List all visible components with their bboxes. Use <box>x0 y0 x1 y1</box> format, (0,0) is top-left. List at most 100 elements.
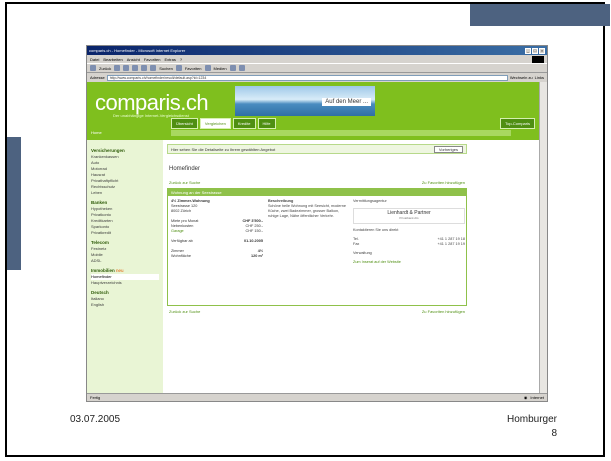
page-viewport: comparis.ch Der unabhängige Internet-Ver… <box>87 82 541 395</box>
contact-value: +41 1 287 19 19 <box>437 242 465 246</box>
nav-tab-help[interactable]: Hilfe <box>257 118 276 129</box>
site-topnav: Übersicht Vergleichen Kredite Hilfe <box>171 118 276 129</box>
menu-tools[interactable]: Extras <box>165 57 176 62</box>
address-input[interactable]: http://www.comparis.ch/homefinder/result… <box>106 74 508 81</box>
address-label: Adresse <box>90 75 105 80</box>
address-bar: Adresse http://www.comparis.ch/homefinde… <box>87 73 547 82</box>
zone-label: Internet <box>530 395 544 400</box>
agency-box: Vermittlungsagentur Lienhardt & Partner … <box>353 199 465 265</box>
contact-link[interactable]: Zum Inserat auf der Website <box>353 260 465 265</box>
available-label: Verfügbar ab <box>171 239 193 243</box>
listing-facts: 4½ Zimmer-Wohnung Seestrasse 120 8002 Zü… <box>171 199 263 259</box>
menu-favorites[interactable]: Favoriten <box>144 57 161 62</box>
slide-author: Homburger <box>506 414 557 425</box>
slide-decoration-left <box>7 137 21 270</box>
home-icon[interactable] <box>141 65 148 71</box>
media-icon[interactable] <box>204 65 211 71</box>
agency-heading: Vermittlungsagentur <box>353 199 387 203</box>
new-badge: neu <box>116 268 124 273</box>
site-header: comparis.ch Der unabhängige Internet-Ver… <box>87 82 541 140</box>
nav-section-heading: Versicherungen <box>91 148 125 153</box>
nav-section-real-estate: Immobilien neu Homefinder Hauptverzeichn… <box>91 268 159 286</box>
menu-help[interactable]: ? <box>180 57 182 62</box>
browser-statusbar: Fertig ◉ Internet <box>87 393 547 401</box>
back-to-search-link[interactable]: Zurück zur Suche <box>169 180 200 185</box>
bottom-link-row: Zurück zur Suche Zu Favoriten hinzufügen <box>167 309 467 314</box>
agency-logo[interactable]: Lienhardt & Partner Privatbank AG <box>353 208 465 224</box>
menu-view[interactable]: Ansicht <box>127 57 140 62</box>
nav-subbar <box>171 130 511 136</box>
price-label[interactable]: Garage <box>171 229 184 234</box>
available-value: 01.10.2005 <box>243 239 263 243</box>
info-bar: Hier sehen Sie die Detailseite zu Ihrem … <box>167 144 467 154</box>
top-link-row: Zurück zur Suche Zu Favoriten hinzufügen <box>167 180 467 185</box>
globe-icon: ◉ <box>523 395 528 400</box>
info-text: Hier sehen Sie die Detailseite zu Ihrem … <box>171 146 276 152</box>
browser-window: comparis.ch - Homefinder - Microsoft Int… <box>86 45 548 402</box>
mail-icon[interactable] <box>229 65 236 71</box>
menu-file[interactable]: Datei <box>90 57 99 62</box>
main-content: Hier sehen Sie die Detailseite zu Ihrem … <box>167 144 467 314</box>
add-to-favorites-link[interactable]: Zu Favoriten hinzufügen <box>422 309 465 314</box>
contact-label: Fax <box>353 242 360 246</box>
nav-tab-overview[interactable]: Übersicht <box>171 118 198 129</box>
language-current[interactable]: Deutsch <box>91 290 159 295</box>
nav-section-banks: Banken Hypotheken Privatkonto Kreditkart… <box>91 200 159 236</box>
forward-icon[interactable] <box>114 65 121 71</box>
page-title: Homefinder <box>169 166 201 172</box>
favorites-icon[interactable] <box>175 65 182 71</box>
nav-section-insurance: Versicherungen Krankenkassen Auto Motorr… <box>91 148 159 196</box>
slide-decoration-top <box>470 4 610 26</box>
nav-section-language: Deutsch Italiano English <box>91 290 159 308</box>
previous-button[interactable]: Vorheriges <box>433 145 463 153</box>
links-button[interactable]: Links <box>535 75 544 80</box>
search-button[interactable]: Suchen <box>159 66 173 71</box>
home-link[interactable]: Home <box>91 130 102 135</box>
nav-section-heading: Banken <box>91 200 108 205</box>
description-text: Schöne helle Wohnung mit Seesicht, moder… <box>268 204 347 218</box>
status-text: Fertig <box>90 395 101 400</box>
back-icon[interactable] <box>90 65 96 71</box>
nav-section-heading-text: Immobilien <box>91 268 115 273</box>
minimize-icon[interactable]: _ <box>525 47 531 54</box>
slide-page-number: 8 <box>551 428 557 439</box>
menu-edit[interactable]: Bearbeiten <box>103 57 122 62</box>
browser-titlebar: comparis.ch - Homefinder - Microsoft Int… <box>87 46 547 55</box>
ad-banner[interactable]: Auf den Meer ... <box>235 86 375 116</box>
slide-frame: comparis.ch - Homefinder - Microsoft Int… <box>5 2 610 457</box>
media-button[interactable]: Medien <box>214 66 227 71</box>
add-to-favorites-link[interactable]: Zu Favoriten hinzufügen <box>422 180 465 185</box>
stop-icon[interactable] <box>123 65 130 71</box>
favorites-button[interactable]: Favoriten <box>185 66 202 71</box>
maximize-icon[interactable]: □ <box>532 47 538 54</box>
listing-heading: Wohnung an der Seestrasse <box>168 189 466 196</box>
nav-item[interactable]: ADSL <box>91 258 159 264</box>
nav-item[interactable]: Leben <box>91 190 159 196</box>
window-controls: _ □ × <box>525 47 545 54</box>
go-button[interactable]: Wechseln zu <box>510 75 533 80</box>
nav-item[interactable]: Privatkredit <box>91 230 159 236</box>
windows-logo-icon <box>532 55 544 63</box>
listing-detail: Wohnung an der Seestrasse 4½ Zimmer-Wohn… <box>167 188 467 306</box>
back-button[interactable]: Zurück <box>99 66 111 71</box>
browser-toolbar: Zurück Suchen Favoriten Medien <box>87 63 547 73</box>
back-to-search-link[interactable]: Zurück zur Suche <box>169 309 200 314</box>
close-icon[interactable]: × <box>539 47 545 54</box>
print-icon[interactable] <box>238 65 245 71</box>
browser-title: comparis.ch - Homefinder - Microsoft Int… <box>89 48 186 53</box>
nav-section-heading: Immobilien neu <box>91 268 159 273</box>
banner-text: Auf den Meer ... <box>322 98 371 106</box>
area-label: Wohnfläche <box>171 254 191 258</box>
nav-item[interactable]: Hauptverzeichnis <box>91 280 159 286</box>
nav-tab-credits[interactable]: Kredite <box>232 118 256 129</box>
language-option[interactable]: English <box>91 302 159 308</box>
browser-menubar: Datei Bearbeiten Ansicht Favoriten Extra… <box>87 55 547 63</box>
agency-subtitle: Privatbank AG <box>399 216 419 220</box>
area-row: Wohnfläche 120 m² <box>171 254 263 259</box>
vertical-scrollbar[interactable] <box>539 82 547 395</box>
refresh-icon[interactable] <box>132 65 139 71</box>
search-icon[interactable] <box>150 65 157 71</box>
price-value: CHF 150.- <box>245 229 263 233</box>
nav-tab-compare[interactable]: Vergleichen <box>199 118 231 129</box>
nav-top-comparis[interactable]: Top-Comparis <box>500 118 535 129</box>
